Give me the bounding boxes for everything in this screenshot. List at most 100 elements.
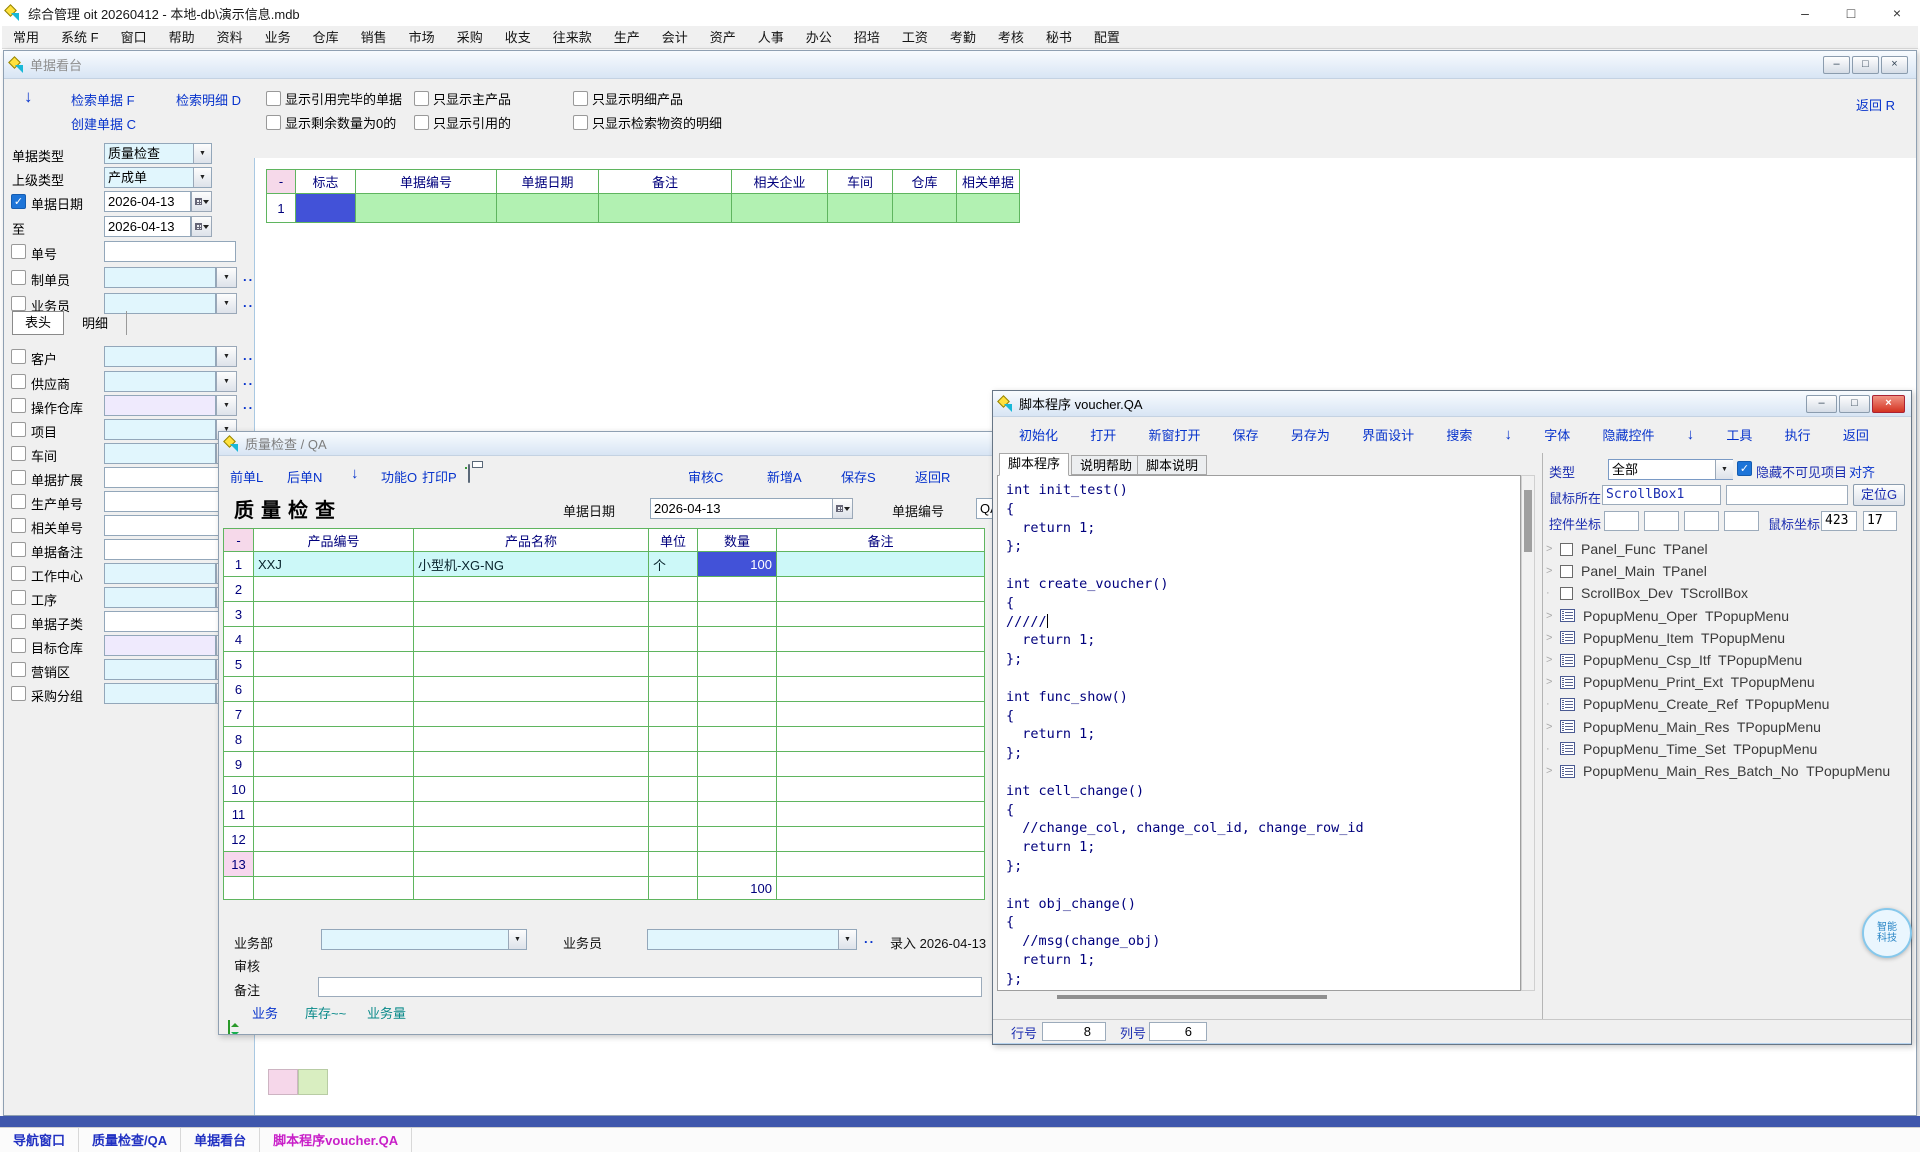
qa-footer-link[interactable]: 业务量 bbox=[367, 1003, 406, 1022]
qa-row-number[interactable]: 13 bbox=[224, 852, 254, 877]
combo-arrow-icon[interactable]: ▼ bbox=[193, 168, 211, 187]
qa-cell[interactable]: XXJ bbox=[254, 552, 414, 577]
viewer-column-header[interactable]: 标志 bbox=[296, 170, 356, 194]
combo-dropdown-button[interactable]: ▼ bbox=[216, 267, 237, 288]
script-toolbar-link[interactable]: 隐藏控件 bbox=[1602, 425, 1654, 444]
menu-item[interactable]: 帮助 bbox=[158, 26, 206, 49]
lookup-dots[interactable]: .. bbox=[243, 373, 254, 388]
filter-combo[interactable] bbox=[104, 395, 216, 416]
qa-cell[interactable] bbox=[649, 827, 698, 852]
viewer-column-header[interactable]: 备注 bbox=[599, 170, 732, 194]
filter-checkbox[interactable] bbox=[11, 374, 26, 389]
viewer-option-checkbox[interactable] bbox=[573, 91, 588, 106]
qa-column-header[interactable]: 数量 bbox=[698, 529, 777, 552]
filter-checkbox[interactable] bbox=[11, 494, 26, 509]
qa-cell[interactable] bbox=[649, 677, 698, 702]
filter-combo[interactable] bbox=[104, 659, 216, 680]
script-toolbar-link[interactable]: 新窗打开 bbox=[1148, 425, 1200, 444]
qa-cell[interactable] bbox=[649, 602, 698, 627]
tree-item[interactable]: >PopupMenu_Print_Ext TPopupMenu bbox=[1546, 672, 1815, 692]
tree-item[interactable]: ·PopupMenu_Create_Ref TPopupMenu bbox=[1546, 694, 1829, 714]
qa-cell[interactable] bbox=[414, 827, 649, 852]
filter-combo[interactable] bbox=[104, 371, 216, 392]
script-toolbar-link[interactable]: 执行 bbox=[1785, 425, 1811, 444]
qa-column-header[interactable]: - bbox=[224, 529, 254, 552]
qa-cell[interactable] bbox=[777, 727, 985, 752]
filter-combo[interactable] bbox=[104, 419, 216, 440]
menu-item[interactable]: 生产 bbox=[603, 26, 651, 49]
viewer-cell[interactable] bbox=[828, 194, 893, 223]
mouse-y-input[interactable]: 17 bbox=[1863, 511, 1897, 531]
qa-cell[interactable] bbox=[777, 852, 985, 877]
qa-toolbar-link[interactable]: 新增A bbox=[767, 467, 802, 486]
lookup-dots[interactable]: .. bbox=[243, 295, 254, 310]
qa-doc-date-calendar-button[interactable] bbox=[832, 498, 853, 519]
menu-item[interactable]: 招培 bbox=[843, 26, 891, 49]
viewer-cell[interactable] bbox=[599, 194, 732, 223]
mouse-at-input[interactable]: ScrollBox1 bbox=[1602, 485, 1721, 505]
filter-checkbox[interactable] bbox=[11, 638, 26, 653]
filter-combo[interactable] bbox=[104, 267, 216, 288]
editor-hscrollbar-thumb[interactable] bbox=[1057, 995, 1327, 999]
ctrl-coord-input-1[interactable] bbox=[1604, 511, 1639, 531]
filter-combo[interactable]: 质量检查▼ bbox=[104, 143, 212, 164]
qa-row-number[interactable]: 8 bbox=[224, 727, 254, 752]
script-toolbar-link[interactable]: 打开 bbox=[1090, 425, 1116, 444]
viewer-minimize-button[interactable]: – bbox=[1823, 56, 1850, 74]
qa-cell[interactable] bbox=[698, 727, 777, 752]
qa-toolbar-link[interactable]: 后单N bbox=[287, 467, 322, 486]
viewer-column-header[interactable]: 单据日期 bbox=[497, 170, 599, 194]
menu-item[interactable]: 销售 bbox=[350, 26, 398, 49]
qa-row-number[interactable]: 6 bbox=[224, 677, 254, 702]
filter-combo[interactable] bbox=[104, 443, 216, 464]
script-toolbar-link[interactable]: 字体 bbox=[1544, 425, 1570, 444]
qa-cell[interactable] bbox=[414, 677, 649, 702]
filter-input[interactable] bbox=[104, 491, 236, 512]
viewer-column-header[interactable]: 相关企业 bbox=[732, 170, 828, 194]
qa-row-number[interactable]: 11 bbox=[224, 802, 254, 827]
qa-cell[interactable] bbox=[698, 827, 777, 852]
qa-cell[interactable] bbox=[414, 652, 649, 677]
script-tab[interactable]: 脚本程序 bbox=[999, 453, 1069, 476]
qa-cell[interactable] bbox=[649, 752, 698, 777]
expand-arrow-icon[interactable]: > bbox=[1546, 632, 1560, 644]
qa-doc-date-field[interactable]: 2026-04-13 bbox=[650, 498, 833, 519]
qa-cell[interactable] bbox=[254, 702, 414, 727]
viewer-column-header[interactable]: 相关单据 bbox=[957, 170, 1020, 194]
qa-cell[interactable] bbox=[698, 802, 777, 827]
qa-person-lookup-dots[interactable]: .. bbox=[864, 931, 875, 946]
tab-detail[interactable]: 明细 bbox=[70, 313, 120, 335]
qa-cell[interactable] bbox=[649, 652, 698, 677]
script-toolbar-link[interactable]: 保存 bbox=[1233, 425, 1259, 444]
qa-cell[interactable] bbox=[414, 577, 649, 602]
qa-cell[interactable] bbox=[254, 777, 414, 802]
qa-cell[interactable] bbox=[777, 677, 985, 702]
tree-item[interactable]: >PopupMenu_Item TPopupMenu bbox=[1546, 628, 1785, 648]
qa-cell[interactable] bbox=[414, 602, 649, 627]
qa-cell[interactable]: 个 bbox=[649, 552, 698, 577]
qa-cell[interactable]: 100 bbox=[698, 552, 777, 577]
combo-dropdown-button[interactable]: ▼ bbox=[216, 395, 237, 416]
menu-item[interactable]: 会计 bbox=[651, 26, 699, 49]
dropdown-arrow-icon[interactable]: ↓ bbox=[351, 465, 359, 482]
script-tab[interactable]: 脚本说明 bbox=[1137, 455, 1207, 475]
calendar-button[interactable] bbox=[191, 191, 212, 212]
qa-row-number[interactable]: 4 bbox=[224, 627, 254, 652]
taskbar-item[interactable]: 脚本程序voucher.QA bbox=[260, 1128, 412, 1152]
menu-item[interactable]: 系统 F bbox=[50, 26, 110, 49]
viewer-cell[interactable] bbox=[497, 194, 599, 223]
tree-item[interactable]: ·ScrollBox_Dev TScrollBox bbox=[1546, 583, 1748, 603]
qa-cell[interactable] bbox=[254, 652, 414, 677]
expand-arrow-icon[interactable]: > bbox=[1546, 765, 1560, 777]
viewer-back-link[interactable]: 返回 R bbox=[1856, 95, 1895, 114]
qa-cell[interactable] bbox=[414, 752, 649, 777]
qa-row-number[interactable]: 3 bbox=[224, 602, 254, 627]
qa-column-header[interactable]: 单位 bbox=[649, 529, 698, 552]
qa-footer-link[interactable]: 业务 bbox=[252, 1003, 278, 1022]
ctrl-coord-input-3[interactable] bbox=[1684, 511, 1719, 531]
menu-item[interactable]: 资料 bbox=[206, 26, 254, 49]
qa-cell[interactable] bbox=[254, 827, 414, 852]
expand-arrow-icon[interactable]: > bbox=[1546, 676, 1560, 688]
viewer-option-checkbox[interactable] bbox=[414, 91, 429, 106]
menu-item[interactable]: 采购 bbox=[446, 26, 494, 49]
